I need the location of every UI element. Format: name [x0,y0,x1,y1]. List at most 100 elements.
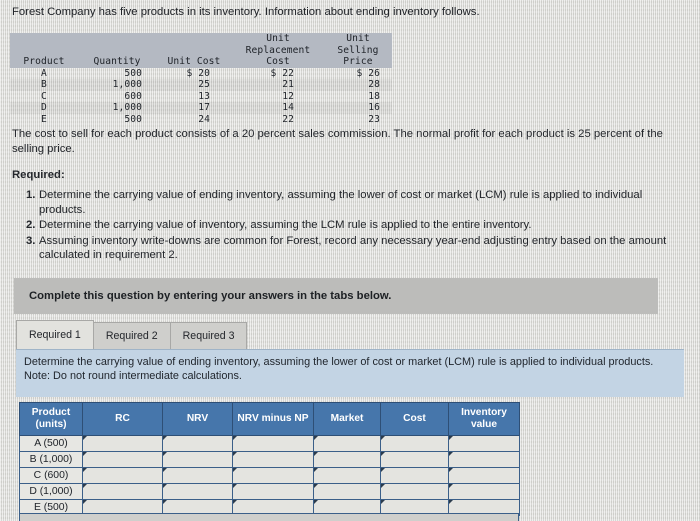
table-row: E 500 24 22 23 [10,114,392,126]
input-cell-nrv[interactable] [162,483,233,500]
input-cell-nrv-minus-np[interactable] [232,483,314,500]
question-page: Forest Company has five products in its … [0,0,700,521]
table-row: A (500) [19,435,520,452]
fact-cell-quantity: 600 [124,90,142,102]
grid-row-label: B (1,000) [19,451,83,468]
grid-header-market: Market [313,402,381,436]
input-cell-cost[interactable] [380,467,449,484]
fact-table-head: X Product X Quantity X Unit Cost Unit Re… [10,33,392,68]
fact-table-header-row: X Product X Quantity X Unit Cost Unit Re… [10,33,392,68]
input-cell-market[interactable] [313,467,381,484]
fact-header-product: X Product [10,33,78,68]
requirement-tabs: Required 1 Required 2 Required 3 [16,320,248,349]
input-cell-market[interactable] [313,451,381,468]
input-cell-market[interactable] [313,483,381,500]
table-row: D (1,000) [19,483,520,500]
requirement-number: 2. [26,219,36,232]
requirement-text: Determine the carrying value of ending i… [39,189,643,216]
clipped-footer-row [19,513,519,521]
input-cell-nrv-minus-np[interactable] [232,451,314,468]
tab-required-1[interactable]: Required 1 [16,320,94,349]
fact-table-body: A 500 $ 20 $ 22 $ 26 B 1,000 25 21 28 C … [10,68,392,126]
input-cell-cost[interactable] [380,451,449,468]
table-row: D 1,000 17 14 16 [10,102,392,114]
cell-marker-icon [314,468,318,472]
input-cell-inventory-value[interactable] [448,451,520,468]
grid-header-nrv: NRV [162,402,233,436]
fact-cell-replacement-cost: 14 [232,102,324,114]
cell-marker-icon [314,436,318,440]
fact-cell-product: B [10,79,78,91]
fact-cell-quantity: 500 [124,67,142,79]
input-cell-inventory-value[interactable] [448,483,520,500]
required-heading: Required: [12,169,65,181]
fact-cell-product: C [41,90,47,102]
clipped-row-stub [19,513,519,521]
fact-cell-unit-cost: 13 [198,90,210,102]
fact-cell-replacement-cost: $ 22 [270,67,294,79]
cell-marker-icon [233,468,237,472]
input-cell-rc[interactable] [82,435,163,452]
fact-cell-replacement-cost: 21 [232,79,324,91]
cell-marker-icon [449,484,453,488]
list-item: 1. Determine the carrying value of endin… [26,188,686,217]
requirements-list: 1. Determine the carrying value of endin… [26,188,686,264]
answer-grid: Product (units) RC NRV NRV minus NP Mark… [19,402,520,516]
grid-row-label: C (600) [19,467,83,484]
cell-marker-icon [233,436,237,440]
grid-row-label: D (1,000) [19,483,83,500]
fact-cell-unit-cost: 25 [156,79,232,91]
requirement-text: Determine the carrying value of inventor… [39,219,532,232]
tab-required-2[interactable]: Required 2 [92,322,171,349]
requirement-number: 3. [26,234,36,247]
table-row: B 1,000 25 21 28 [10,79,392,91]
list-item: 3. Assuming inventory write-downs are co… [26,234,686,263]
fact-cell-selling-price: 18 [368,90,380,102]
grid-header-cost: Cost [380,402,449,436]
fact-cell-selling-price: $ 26 [356,67,380,79]
input-cell-cost[interactable] [380,435,449,452]
grid-header-product: Product (units) [19,402,83,436]
input-cell-nrv[interactable] [162,435,233,452]
cell-marker-icon [163,452,167,456]
requirement-text: Assuming inventory write-downs are commo… [39,234,667,262]
cell-marker-icon [83,500,87,504]
input-cell-rc[interactable] [82,467,163,484]
instruction-line-1: Determine the carrying value of ending i… [24,356,654,368]
cell-marker-icon [233,452,237,456]
input-cell-rc[interactable] [82,483,163,500]
cell-marker-icon [381,468,385,472]
intro-paragraph: Forest Company has five products in its … [12,6,480,18]
answer-grid-body: A (500) B (1,000) C (600) D (1,000) E (5… [19,435,520,516]
inventory-fact-table-container: X Product X Quantity X Unit Cost Unit Re… [10,33,392,125]
input-cell-nrv[interactable] [162,451,233,468]
instruction-panel: Determine the carrying value of ending i… [16,349,684,397]
grid-row-label: A (500) [19,435,83,452]
input-cell-inventory-value[interactable] [448,435,520,452]
cell-marker-icon [314,452,318,456]
cell-marker-icon [83,436,87,440]
cell-marker-icon [449,468,453,472]
input-cell-market[interactable] [313,435,381,452]
input-cell-rc[interactable] [82,451,163,468]
input-cell-inventory-value[interactable] [448,467,520,484]
cell-marker-icon [233,500,237,504]
grid-header-inventory-value: Inventory value [448,402,520,436]
fact-cell-product: D [10,102,78,114]
table-row: A 500 $ 20 $ 22 $ 26 [10,68,392,80]
banner-text: Complete this question by entering your … [29,290,392,302]
input-cell-cost[interactable] [380,483,449,500]
cell-marker-icon [449,436,453,440]
tab-required-3[interactable]: Required 3 [169,322,248,349]
cell-marker-icon [163,500,167,504]
table-row: B (1,000) [19,451,520,468]
cell-marker-icon [314,484,318,488]
cell-marker-icon [83,468,87,472]
fact-cell-quantity: 500 [124,113,142,125]
table-row: C (600) [19,467,520,484]
instruction-line-2: Note: Do not round intermediate calculat… [24,369,242,382]
input-cell-nrv-minus-np[interactable] [232,435,314,452]
input-cell-nrv[interactable] [162,467,233,484]
input-cell-nrv-minus-np[interactable] [232,467,314,484]
fact-cell-replacement-cost: 22 [282,113,294,125]
